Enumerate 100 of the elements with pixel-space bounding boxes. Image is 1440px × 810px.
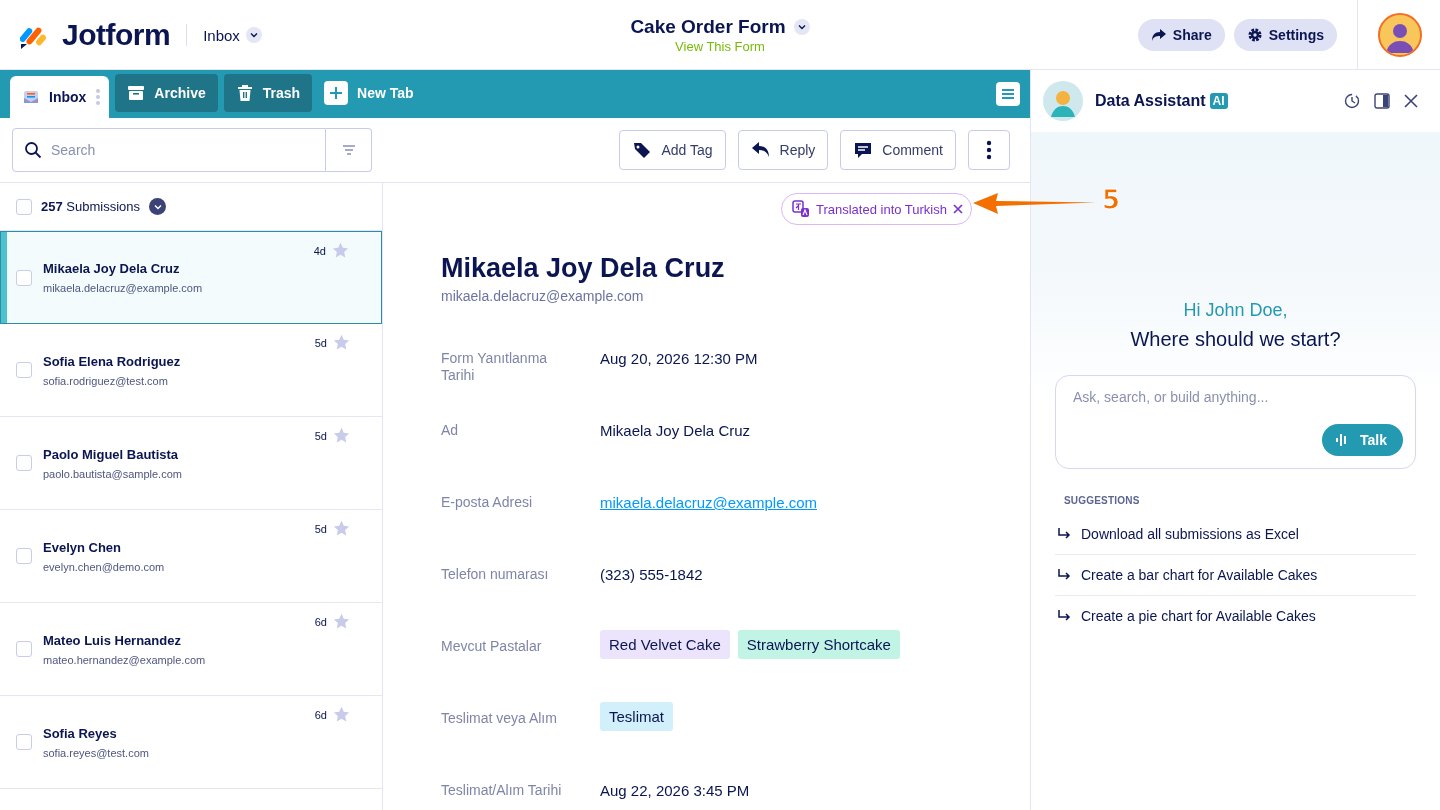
submission-age: 6d	[314, 615, 327, 628]
star-icon[interactable]	[333, 613, 350, 630]
return-arrow-icon	[1057, 528, 1071, 540]
submitter-name: Sofia Elena Rodriguez	[43, 353, 182, 369]
submission-item[interactable]: Paolo Miguel Bautista paolo.bautista@sample.com 5d	[0, 417, 382, 510]
more-icon[interactable]	[95, 88, 102, 106]
reply-button[interactable]: Reply	[737, 130, 829, 170]
checkbox[interactable]	[16, 455, 32, 471]
tab[interactable]: Trash	[223, 74, 313, 112]
tag-icon	[632, 140, 653, 160]
filter-icon	[341, 144, 356, 156]
share-button[interactable]: Share	[1137, 19, 1225, 51]
chevron-icon[interactable]	[149, 198, 166, 215]
chevron-icon	[245, 27, 262, 43]
more-icon	[986, 140, 992, 160]
star-icon[interactable]	[333, 520, 350, 537]
submitter-email: mateo.hernandez@example.com	[43, 653, 207, 666]
comment-button[interactable]: Comment	[840, 130, 956, 170]
select-all-checkbox[interactable]	[16, 198, 32, 215]
submission-item[interactable]: Mateo Luis Hernandez mateo.hernandez@example.com 6d	[0, 603, 382, 696]
filter-button[interactable]	[326, 128, 372, 172]
field-label: Form Yanıtlanma Tarihi	[441, 350, 549, 384]
submission-age: 5d	[314, 336, 327, 349]
submission-item[interactable]: Mikaela Joy Dela Cruz mikaela.delacruz@example.com 4d	[0, 231, 382, 324]
settings-button[interactable]: Settings	[1233, 19, 1337, 51]
checkbox[interactable]	[16, 641, 32, 657]
submitter-email: mikaela.delacruz@example.com	[441, 288, 645, 304]
step-number: 5	[1102, 185, 1121, 215]
option-tag: Teslimat	[600, 702, 673, 731]
search-field[interactable]: Search	[12, 128, 326, 172]
submission-item[interactable]: Evelyn Chen evelyn.chen@demo.com 5d	[0, 510, 382, 603]
field-value: Aug 22, 2026 3:45 PM	[600, 782, 751, 799]
comment-icon	[853, 140, 874, 160]
checkbox[interactable]	[16, 734, 32, 750]
submitter-name: Mikaela Joy Dela Cruz	[43, 261, 181, 276]
voice-icon	[1336, 434, 1349, 446]
archive-box-icon	[127, 84, 146, 102]
ai-badge: AI	[1209, 93, 1228, 109]
submission-item[interactable]: Sofia Elena Rodriguez sofia.rodriguez@test.com 5d	[0, 324, 382, 417]
history-icon[interactable]	[1344, 93, 1360, 109]
menu-icon[interactable]	[996, 82, 1020, 106]
submitter-email: mikaela.delacruz@example.com	[43, 282, 204, 294]
brand-name: Jotform	[62, 18, 171, 52]
submitter-name: Paolo Miguel Bautista	[43, 446, 180, 462]
settings-icon	[1246, 27, 1263, 43]
suggestion-item[interactable]: Download all submissions as Excel	[1055, 514, 1416, 555]
submission-count: 257 Submissions	[41, 199, 140, 214]
plus-icon	[324, 81, 349, 105]
star-icon[interactable]	[333, 706, 350, 723]
field-value: (323) 555-1842	[600, 566, 704, 583]
submission-age: 5d	[314, 429, 327, 442]
panel-title: Data Assistant	[1095, 92, 1206, 110]
return-arrow-icon	[1057, 569, 1071, 581]
more-button[interactable]	[968, 130, 1010, 170]
star-icon[interactable]	[332, 242, 349, 259]
avatar[interactable]	[1378, 13, 1422, 57]
submitter-name: Sofia Reyes	[43, 725, 118, 741]
submitter-name: Mateo Luis Hernandez	[43, 632, 182, 648]
submission-age: 5d	[314, 522, 327, 535]
field-label: Mevcut Pastalar	[441, 638, 543, 655]
checkbox[interactable]	[16, 362, 32, 378]
field-value: Mikaela Joy Dela Cruz	[600, 422, 752, 439]
share-arrow-icon	[1150, 28, 1167, 42]
submitter-email: paolo.bautista@sample.com	[43, 467, 183, 480]
submitter-email: evelyn.chen@demo.com	[43, 560, 166, 573]
submitter-email: sofia.rodriguez@test.com	[43, 374, 169, 387]
assistant-avatar	[1043, 81, 1083, 121]
submission-item[interactable]: Sofia Reyes sofia.reyes@test.com 6d	[0, 696, 382, 789]
add-tag-button[interactable]: Add Tag	[619, 130, 726, 170]
field-label: E-posta Adresi	[441, 494, 534, 511]
tab[interactable]: Archive	[115, 74, 218, 112]
return-arrow-icon	[1057, 610, 1071, 622]
section-dropdown[interactable]: Inbox	[203, 26, 262, 44]
option-tag: Strawberry Shortcake	[737, 630, 900, 659]
side-panel-icon[interactable]	[1374, 93, 1390, 109]
checkbox[interactable]	[16, 548, 32, 564]
field-label: Teslimat/Alım Tarihi	[441, 782, 563, 799]
field-label: Ad	[441, 422, 460, 439]
chevron-icon[interactable]	[793, 19, 810, 35]
chip-label: Translated into Turkish	[815, 201, 947, 217]
field-value: Aug 20, 2026 12:30 PM	[600, 350, 759, 367]
suggestion-item[interactable]: Create a bar chart for Available Cakes	[1055, 555, 1416, 596]
reply-icon	[750, 141, 771, 159]
submitter-name: Evelyn Chen	[43, 539, 123, 555]
close-icon[interactable]	[953, 204, 963, 214]
inbox-icon	[22, 88, 40, 106]
greeting: Hi John Doe,	[1182, 300, 1289, 321]
checkbox[interactable]	[16, 269, 32, 286]
field-label: Teslimat veya Alım	[441, 710, 558, 727]
close-icon[interactable]	[1404, 94, 1418, 108]
tab[interactable]: Inbox	[10, 76, 110, 118]
suggestions-heading: SUGGESTIONS	[1064, 495, 1141, 506]
search-icon	[24, 141, 42, 159]
submitter-email: sofia.reyes@test.com	[43, 746, 150, 759]
translation-chip[interactable]: Translated into Turkish	[780, 193, 972, 225]
star-icon[interactable]	[333, 427, 350, 444]
field-label: Telefon numarası	[441, 566, 550, 583]
form-title: Cake Order Form	[630, 16, 786, 38]
suggestion-item[interactable]: Create a pie chart for Available Cakes	[1055, 596, 1416, 636]
star-icon[interactable]	[333, 334, 350, 351]
